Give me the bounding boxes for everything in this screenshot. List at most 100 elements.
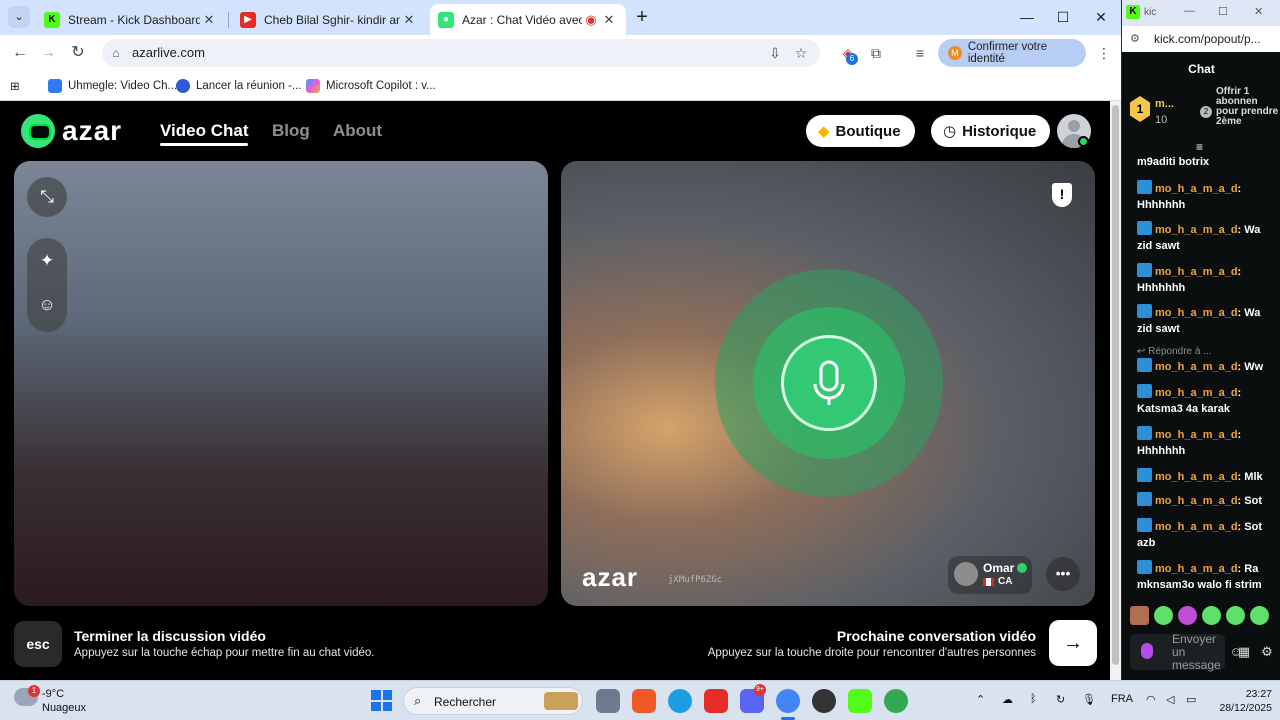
nav-blog[interactable]: Blog — [272, 121, 310, 141]
bookmark-zoom[interactable]: Lancer la réunion -... — [176, 77, 301, 95]
media-control-icon[interactable]: ≡ — [910, 43, 930, 63]
emote[interactable] — [1250, 606, 1269, 625]
brave-icon[interactable] — [632, 689, 656, 713]
chat-username[interactable]: mo_h_a_m_a_d — [1155, 563, 1238, 575]
address-bar[interactable]: ⌂ azarlive.com ⇩ ☆ — [102, 39, 820, 67]
chat-message[interactable]: m9aditi botrix — [1137, 154, 1277, 170]
emote[interactable] — [1130, 606, 1149, 625]
bluetooth-icon[interactable]: ᛒ — [1030, 693, 1037, 705]
chat-username[interactable]: mo_h_a_m_a_d — [1155, 429, 1238, 441]
chat-username[interactable]: mo_h_a_m_a_d — [1155, 521, 1238, 533]
chat-message[interactable]: mo_h_a_m_a_d: Hhhhhhh — [1137, 180, 1277, 213]
bookmark-copilot[interactable]: Microsoft Copilot : v... — [306, 77, 436, 95]
chat-message[interactable]: mo_h_a_m_a_d: Hhhhhhh — [1137, 426, 1277, 459]
chat-username[interactable]: mo_h_a_m_a_d — [1155, 471, 1238, 483]
tray-overflow-icon[interactable]: ⌃ — [976, 693, 985, 706]
chat-settings-icon[interactable]: ⚙ — [1258, 644, 1276, 660]
onedrive-icon[interactable]: ☁ — [1002, 693, 1013, 706]
bookmark-star-icon[interactable]: ☆ — [792, 44, 810, 62]
azar-logo[interactable]: azar — [21, 114, 122, 148]
boutique-button[interactable]: ◆ Boutique — [806, 115, 915, 147]
edge-icon[interactable] — [668, 689, 692, 713]
chat-username[interactable]: mo_h_a_m_a_d — [1155, 307, 1238, 319]
maximize-button[interactable]: ☐ — [1048, 6, 1078, 28]
scrollbar-thumb[interactable] — [1112, 105, 1119, 665]
nav-about[interactable]: About — [333, 121, 382, 141]
chat-input[interactable]: Envoyer un message — [1130, 633, 1225, 672]
tab-search-button[interactable]: ⌄ — [8, 6, 30, 28]
emote[interactable] — [1178, 606, 1197, 625]
tab-youtube[interactable]: ▶ Cheb Bilal Sghir- kindir ana - Yo ✕ — [232, 4, 426, 35]
close-icon[interactable]: ✕ — [600, 12, 618, 28]
kick-url-bar[interactable]: ⚙ kick.com/popout/p... — [1122, 26, 1280, 52]
youtube-icon[interactable] — [704, 689, 728, 713]
gift-store-icon[interactable]: ▦ — [1235, 644, 1253, 660]
historique-button[interactable]: ◷ Historique — [931, 115, 1051, 147]
page-scrollbar[interactable] — [1110, 101, 1121, 680]
chat-message[interactable]: mo_h_a_m_a_d: Wa zid sawt — [1137, 221, 1277, 254]
start-button[interactable] — [371, 690, 392, 711]
chat-message[interactable]: mo_h_a_m_a_d: Ra mknsam3o walo fi strim — [1137, 560, 1277, 593]
chat-username[interactable]: mo_h_a_m_a_d — [1155, 266, 1238, 278]
microphone-tray-icon[interactable]: 🎙 — [1082, 693, 1096, 706]
install-app-icon[interactable]: ⇩ — [766, 44, 784, 62]
report-shield-icon[interactable]: ! — [1052, 183, 1072, 207]
back-button[interactable]: ← — [8, 42, 32, 64]
forward-button[interactable]: → — [36, 42, 60, 64]
close-window-button[interactable]: ✕ — [1254, 5, 1263, 18]
url-text[interactable]: azarlive.com — [132, 45, 205, 60]
emote[interactable] — [1202, 606, 1221, 625]
site-info-icon[interactable]: ⌂ — [108, 45, 124, 61]
chat-username[interactable]: mo_h_a_m_a_d — [1155, 183, 1238, 195]
task-view-icon[interactable] — [596, 689, 620, 713]
close-icon[interactable]: ✕ — [200, 12, 218, 28]
bookmark-uhmegle[interactable]: Uhmegle: Video Ch... — [48, 77, 177, 95]
taskbar-search[interactable]: ⌕ Rechercher — [403, 687, 583, 715]
voice-icon[interactable] — [1141, 643, 1153, 659]
close-window-button[interactable]: ✕ — [1086, 6, 1116, 28]
chat-username[interactable]: mo_h_a_m_a_d — [1155, 361, 1238, 373]
new-tab-button[interactable]: + — [632, 6, 652, 28]
tab-azar[interactable]: ● Azar : Chat Vidéo avec de n ◉ ✕ — [430, 4, 626, 35]
end-chat-button[interactable]: esc — [14, 621, 62, 667]
chrome-profile-icon[interactable] — [884, 689, 908, 713]
sub-gift-leaderboard[interactable]: 1 m... 10 2 Offrir 1 abonnen pour prendr… — [1130, 87, 1278, 142]
minimize-button[interactable]: — — [1184, 5, 1195, 17]
kick-icon[interactable] — [848, 689, 872, 713]
collapse-icon[interactable]: ⤡ — [27, 177, 67, 217]
chat-message[interactable]: mo_h_a_m_a_d: Sot — [1137, 492, 1277, 509]
system-clock[interactable]: 23:27 28/12/2025 — [1216, 687, 1272, 715]
chat-message[interactable]: mo_h_a_m_a_d: Ww — [1137, 358, 1277, 375]
volume-icon[interactable]: ◁ — [1166, 693, 1174, 706]
chat-message[interactable]: mo_h_a_m_a_d: Sot azb — [1137, 518, 1277, 551]
identity-button[interactable]: M Confirmer votre identité — [938, 39, 1086, 67]
minimize-button[interactable]: — — [1012, 6, 1042, 28]
chat-message[interactable]: mo_h_a_m_a_d: Hhhhhhh — [1137, 263, 1277, 296]
chat-bubble-icon[interactable]: ••• — [1046, 557, 1080, 591]
tab-kick-dashboard[interactable]: K Stream - Kick Dashboard ✕ — [36, 4, 226, 35]
apps-grid-icon[interactable]: ⊞ — [10, 77, 20, 95]
sync-icon[interactable]: ↻ — [1056, 693, 1065, 706]
obs-icon[interactable] — [812, 689, 836, 713]
chrome-icon[interactable] — [776, 689, 800, 713]
chat-message[interactable]: mo_h_a_m_a_d: Katsma3 4a karak — [1137, 384, 1277, 417]
reload-button[interactable]: ↻ — [66, 42, 90, 64]
site-settings-icon[interactable]: ⚙ — [1130, 32, 1140, 45]
chat-username[interactable]: mo_h_a_m_a_d — [1155, 224, 1238, 236]
language-indicator[interactable]: FRA — [1111, 693, 1133, 705]
emote[interactable] — [1154, 606, 1173, 625]
battery-icon[interactable]: ▭ — [1186, 693, 1196, 706]
chat-username[interactable]: mo_h_a_m_a_d — [1155, 495, 1238, 507]
emote[interactable] — [1226, 606, 1245, 625]
sparkle-effects-icon[interactable]: ✦ — [27, 241, 67, 281]
chat-message[interactable]: mo_h_a_m_a_d: Mlk — [1137, 468, 1277, 485]
filter-icon[interactable]: ≡ — [1196, 140, 1203, 154]
maximize-button[interactable]: ☐ — [1218, 5, 1228, 18]
chat-username[interactable]: mo_h_a_m_a_d — [1155, 387, 1238, 399]
next-chat-button[interactable]: → — [1049, 620, 1097, 666]
chat-message[interactable]: mo_h_a_m_a_d: Wa zid sawt — [1137, 304, 1277, 337]
wifi-icon[interactable]: ◠ — [1146, 693, 1156, 706]
close-icon[interactable]: ✕ — [400, 12, 418, 28]
face-filter-icon[interactable]: ☺ — [27, 285, 67, 325]
browser-menu-icon[interactable]: ⋮ — [1094, 43, 1114, 63]
